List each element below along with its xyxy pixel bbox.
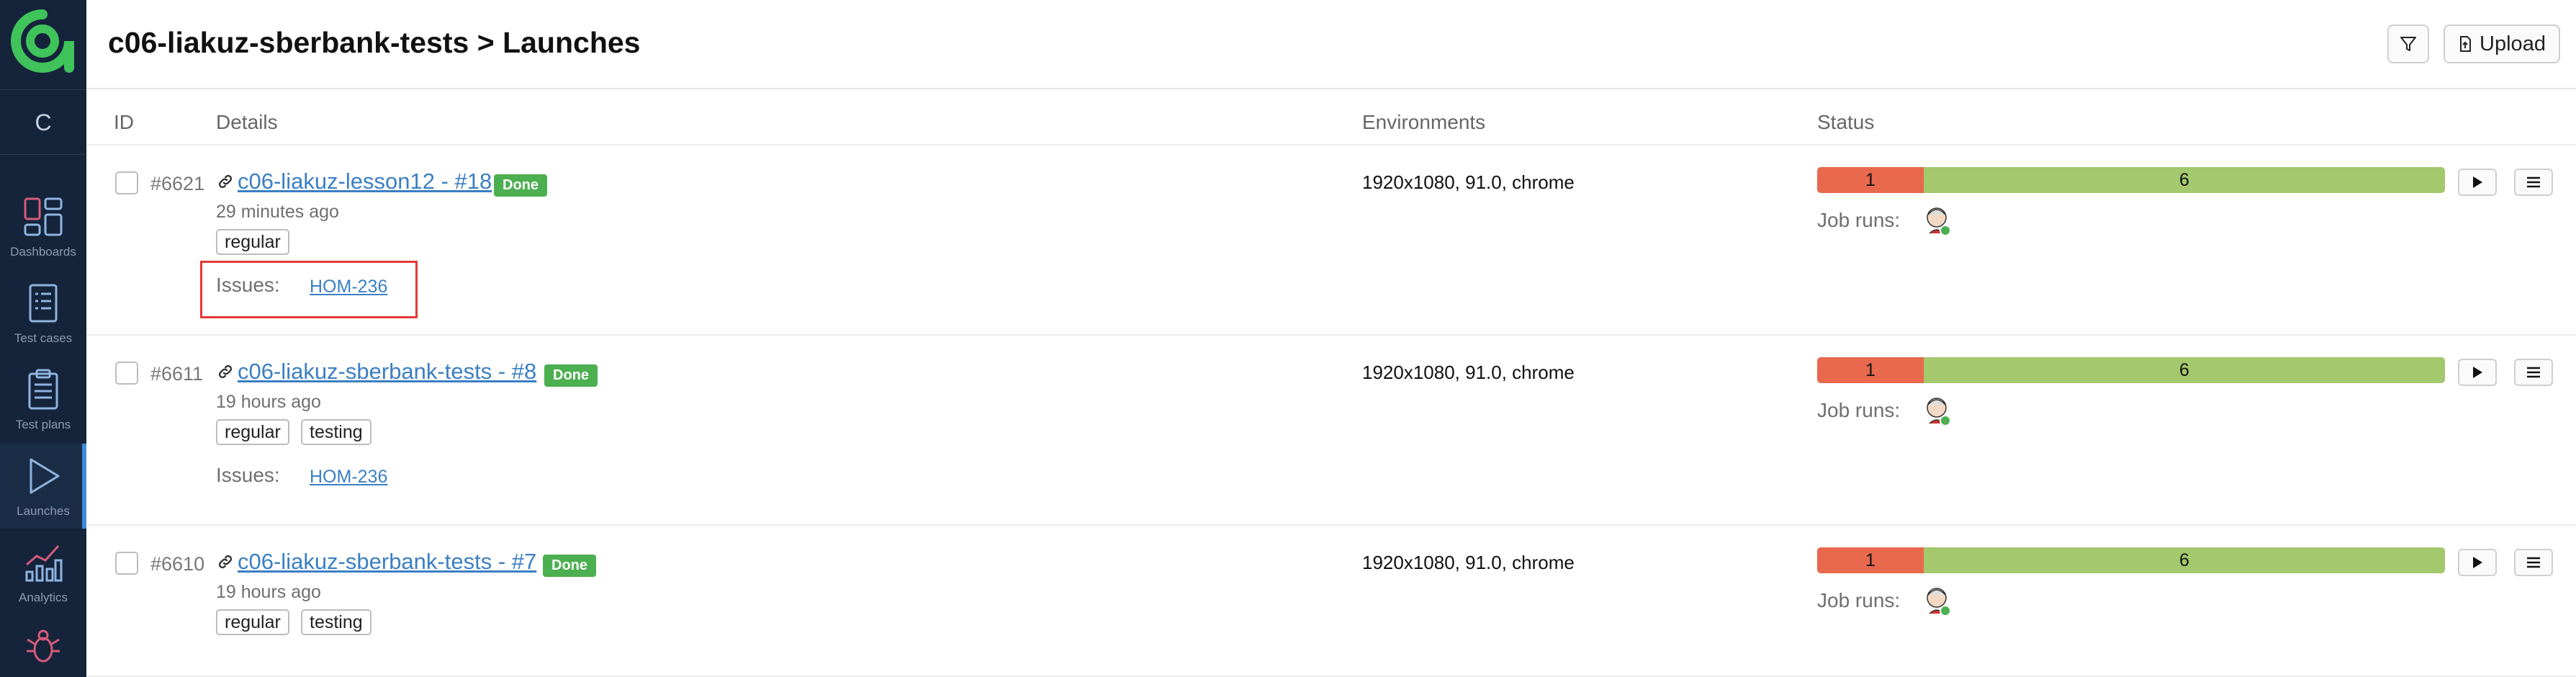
allure-logo-icon[interactable] bbox=[10, 9, 75, 73]
issue-link[interactable]: HOM-236 bbox=[310, 467, 387, 488]
tag[interactable]: regular bbox=[216, 609, 289, 635]
status-progress-bar: 1 6 bbox=[1817, 167, 2445, 193]
failed-segment[interactable]: 1 bbox=[1817, 547, 1924, 573]
failed-segment[interactable]: 1 bbox=[1817, 167, 1924, 193]
row-menu-button[interactable] bbox=[2514, 549, 2553, 576]
sidebar-item-defects[interactable] bbox=[0, 617, 86, 677]
column-header-details[interactable]: Details bbox=[216, 111, 278, 134]
sidebar-item-test-cases[interactable]: Test cases bbox=[0, 271, 86, 356]
launches-icon bbox=[30, 458, 60, 494]
filter-icon bbox=[2400, 37, 2416, 51]
launch-id: #6621 bbox=[150, 173, 205, 194]
row-checkbox[interactable] bbox=[115, 362, 138, 385]
status-badge: Done bbox=[544, 364, 598, 387]
environment-value: 1920x1080, 91.0, chrome bbox=[1362, 552, 1575, 573]
tag[interactable]: testing bbox=[301, 419, 371, 445]
job-runs-label: Job runs: bbox=[1817, 589, 1901, 611]
breadcrumb: c06-liakuz-sberbank-tests > Launches bbox=[108, 26, 640, 60]
play-icon bbox=[2473, 176, 2482, 188]
launch-name-link[interactable]: c06-liakuz-lesson12 - #18 bbox=[238, 169, 492, 194]
status-progress-bar: 1 6 bbox=[1817, 357, 2445, 383]
defects-bug-icon bbox=[27, 629, 60, 663]
breadcrumb-project[interactable]: c06-liakuz-sberbank-tests bbox=[108, 26, 469, 59]
launch-id: #6610 bbox=[150, 553, 205, 575]
row-checkbox[interactable] bbox=[115, 552, 138, 575]
status-progress-bar: 1 6 bbox=[1817, 547, 2445, 573]
sidebar-item-launches[interactable]: Launches bbox=[0, 444, 86, 529]
launch-time: 19 hours ago bbox=[216, 582, 321, 602]
row-menu-button[interactable] bbox=[2514, 359, 2553, 386]
sidebar-divider bbox=[0, 154, 86, 155]
launch-name-link[interactable]: c06-liakuz-sberbank-tests - #7 bbox=[238, 549, 536, 575]
sidebar-item-dashboards[interactable]: Dashboards bbox=[0, 184, 86, 269]
filter-button[interactable] bbox=[2387, 24, 2429, 63]
jenkins-avatar-icon[interactable] bbox=[1924, 395, 1953, 428]
row-checkbox[interactable] bbox=[115, 171, 138, 194]
upload-button[interactable]: Upload bbox=[2444, 24, 2560, 63]
launch-name-link[interactable]: c06-liakuz-sberbank-tests - #8 bbox=[238, 359, 536, 385]
launch-time: 19 hours ago bbox=[216, 392, 321, 412]
link-icon bbox=[218, 555, 233, 569]
play-icon bbox=[2473, 557, 2482, 568]
menu-icon bbox=[2527, 367, 2540, 378]
table-row[interactable]: #6621 c06-liakuz-lesson12 - #18 Done 29 … bbox=[86, 145, 2576, 336]
dashboards-icon bbox=[24, 197, 63, 236]
row-menu-button[interactable] bbox=[2514, 169, 2553, 196]
upload-icon bbox=[2460, 36, 2472, 52]
breadcrumb-separator: > bbox=[477, 26, 495, 59]
launch-id: #6611 bbox=[150, 363, 204, 385]
table-row[interactable]: #6610 c06-liakuz-sberbank-tests - #7 Don… bbox=[86, 526, 2576, 677]
passed-segment[interactable]: 6 bbox=[1924, 547, 2445, 573]
issue-link[interactable]: HOM-236 bbox=[310, 277, 387, 297]
column-header-id[interactable]: ID bbox=[114, 111, 134, 134]
run-button[interactable] bbox=[2458, 549, 2497, 576]
failed-segment[interactable]: 1 bbox=[1817, 357, 1924, 383]
link-icon bbox=[218, 364, 233, 379]
launches-table-header: ID Details Environments Status bbox=[86, 89, 2576, 145]
page-header: c06-liakuz-sberbank-tests > Launches Upl… bbox=[86, 0, 2576, 89]
test-plans-icon bbox=[28, 369, 58, 410]
test-cases-icon bbox=[29, 284, 58, 323]
project-switcher-button[interactable]: C bbox=[0, 99, 86, 145]
upload-label: Upload bbox=[2480, 32, 2546, 55]
sidebar-item-analytics[interactable]: Analytics bbox=[0, 530, 86, 615]
breadcrumb-page: Launches bbox=[503, 26, 641, 59]
jenkins-avatar-icon[interactable] bbox=[1924, 205, 1953, 238]
tag[interactable]: testing bbox=[301, 609, 371, 635]
sidebar-item-label: Dashboards bbox=[10, 245, 76, 259]
run-button[interactable] bbox=[2458, 359, 2497, 386]
sidebar-divider bbox=[0, 89, 86, 90]
project-initial: C bbox=[35, 109, 52, 135]
jenkins-avatar-icon[interactable] bbox=[1924, 585, 1953, 618]
tag[interactable]: regular bbox=[216, 419, 289, 445]
sidebar-item-label: Test plans bbox=[15, 418, 71, 431]
run-button[interactable] bbox=[2458, 169, 2497, 196]
analytics-icon bbox=[25, 544, 63, 582]
play-icon bbox=[2473, 367, 2482, 378]
menu-icon bbox=[2527, 176, 2540, 188]
table-row[interactable]: #6611 c06-liakuz-sberbank-tests - #8 Don… bbox=[86, 336, 2576, 526]
status-badge: Done bbox=[494, 174, 547, 197]
environment-value: 1920x1080, 91.0, chrome bbox=[1362, 171, 1575, 193]
column-header-status[interactable]: Status bbox=[1817, 111, 1874, 134]
environment-value: 1920x1080, 91.0, chrome bbox=[1362, 362, 1575, 383]
job-runs-label: Job runs: bbox=[1817, 399, 1901, 421]
sidebar-item-label: Analytics bbox=[18, 591, 68, 604]
menu-icon bbox=[2527, 557, 2540, 568]
sidebar-item-label: Launches bbox=[17, 504, 70, 518]
launch-time: 29 minutes ago bbox=[216, 202, 339, 222]
sidebar: C Dashboards Test cases Test plans Launc… bbox=[0, 0, 86, 677]
tag[interactable]: regular bbox=[216, 229, 289, 255]
job-runs-label: Job runs: bbox=[1817, 209, 1901, 231]
issues-label: Issues: bbox=[216, 464, 280, 486]
sidebar-item-test-plans[interactable]: Test plans bbox=[0, 357, 86, 442]
link-icon bbox=[218, 174, 233, 189]
status-badge: Done bbox=[543, 555, 596, 577]
passed-segment[interactable]: 6 bbox=[1924, 357, 2445, 383]
column-header-environments[interactable]: Environments bbox=[1362, 111, 1485, 134]
passed-segment[interactable]: 6 bbox=[1924, 167, 2445, 193]
issues-label: Issues: bbox=[216, 274, 280, 296]
sidebar-item-label: Test cases bbox=[14, 331, 73, 345]
